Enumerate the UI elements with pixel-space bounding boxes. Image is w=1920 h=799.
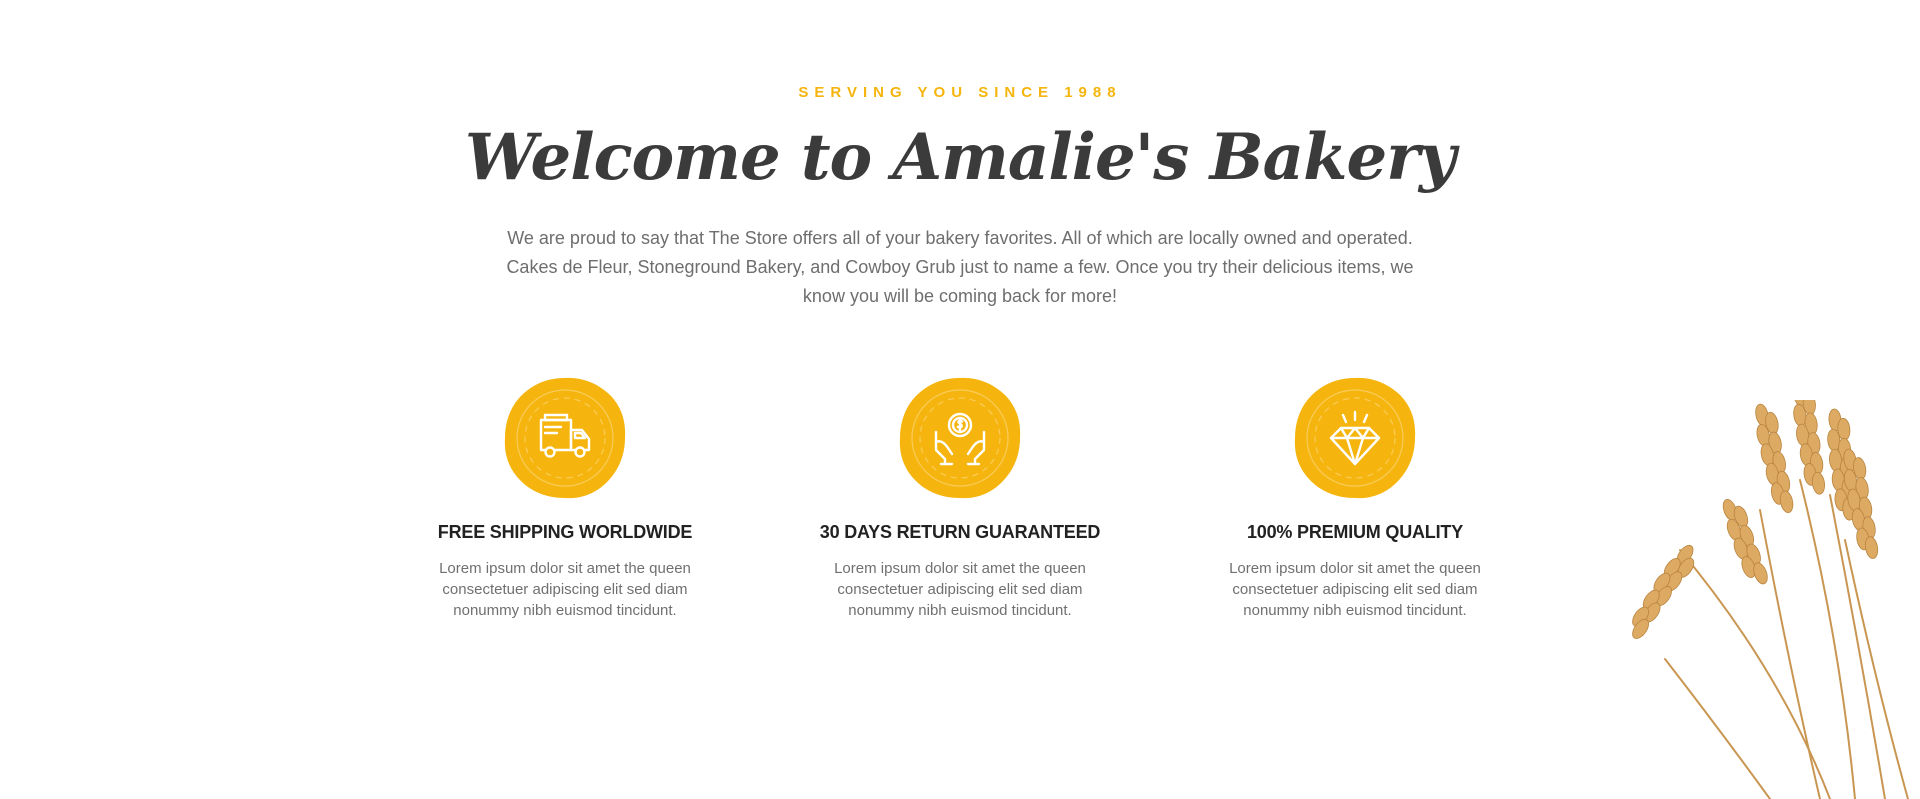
feature-return-guarantee: 30 DAYS RETURN GUARANTEED Lorem ipsum do… xyxy=(810,376,1110,621)
feature-badge xyxy=(1293,376,1417,500)
wheat-stalks-image xyxy=(1632,400,1909,799)
feature-title: 30 DAYS RETURN GUARANTEED xyxy=(819,522,1101,542)
feature-description: Lorem ipsum dolor sit amet the queen con… xyxy=(834,560,1086,619)
page-title: Welcome to Amalie's Bakery xyxy=(464,120,1456,195)
intro-paragraph: We are proud to say that The Store offer… xyxy=(506,228,1414,306)
feature-free-shipping: FREE SHIPPING WORLDWIDE Lorem ipsum dolo… xyxy=(415,376,715,621)
feature-title: 100% PREMIUM QUALITY xyxy=(1246,522,1464,542)
feature-badge xyxy=(898,376,1022,500)
section-eyebrow: SERVING YOU SINCE 1988 xyxy=(798,84,1122,101)
feature-title: FREE SHIPPING WORLDWIDE xyxy=(437,522,693,542)
diamond-icon xyxy=(1329,410,1381,466)
delivery-truck-icon xyxy=(539,413,591,458)
feature-description: Lorem ipsum dolor sit amet the queen con… xyxy=(439,560,691,619)
feature-badge xyxy=(503,376,627,500)
welcome-section: SERVING YOU SINCE 1988 Welcome to Amalie… xyxy=(0,0,1920,799)
money-hands-icon xyxy=(934,412,986,466)
feature-premium-quality: 100% PREMIUM QUALITY Lorem ipsum dolor s… xyxy=(1205,376,1505,621)
feature-description: Lorem ipsum dolor sit amet the queen con… xyxy=(1229,560,1481,619)
